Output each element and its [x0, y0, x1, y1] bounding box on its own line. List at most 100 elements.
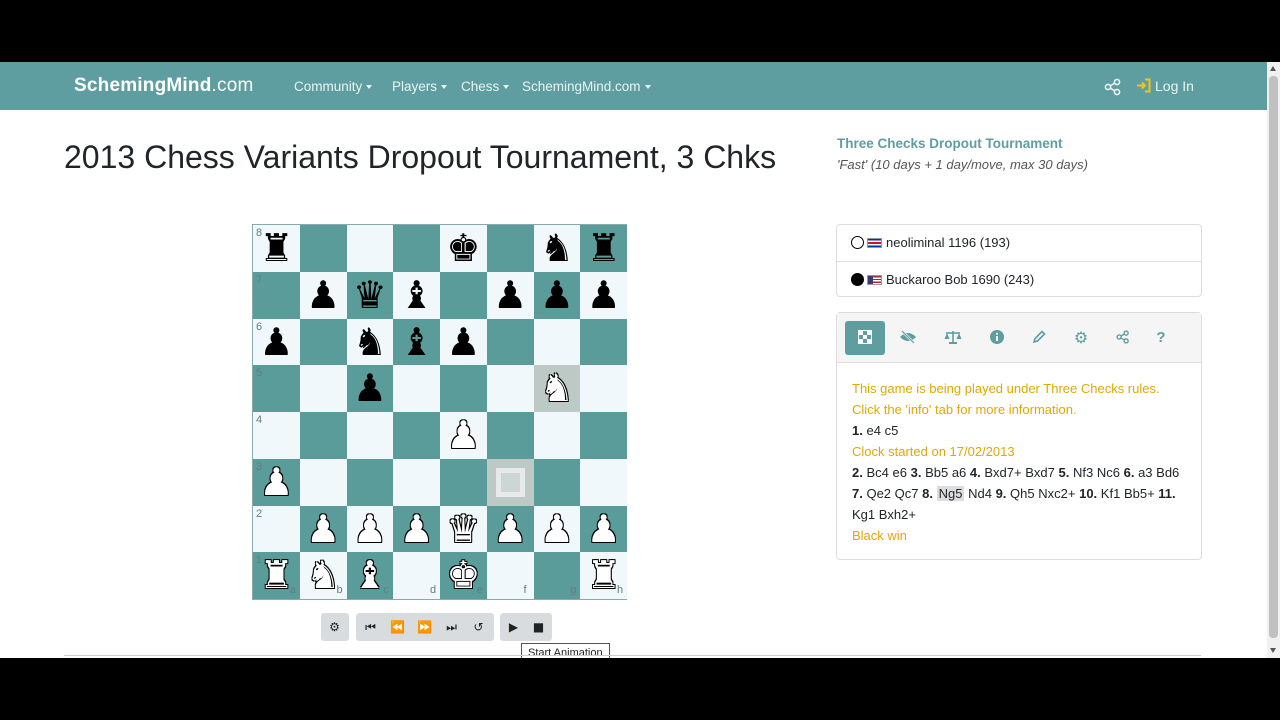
black-pawn-icon[interactable]: ♟	[440, 319, 487, 366]
move[interactable]: Bxd7+	[984, 465, 1021, 480]
white-pawn-icon[interactable]: ♟	[440, 412, 487, 459]
square-c3[interactable]	[346, 458, 394, 506]
move[interactable]: Bb5	[925, 465, 948, 480]
tab-help[interactable]: ?	[1141, 321, 1181, 355]
move[interactable]: Bxh2+	[879, 507, 916, 522]
tab-board[interactable]	[845, 321, 885, 355]
square-e3[interactable]	[440, 458, 487, 506]
black-knight-icon[interactable]: ♞	[347, 319, 394, 366]
white-pawn-icon[interactable]: ♟	[347, 506, 394, 553]
move[interactable]: Bc4	[866, 465, 888, 480]
scroll-down-icon[interactable]	[1270, 648, 1276, 653]
scrollbar[interactable]	[1267, 62, 1280, 658]
board-settings-button[interactable]: ⚙	[321, 613, 348, 641]
square-d8[interactable]	[393, 225, 440, 272]
stop-animation-button[interactable]: ■	[525, 613, 552, 641]
square-h3[interactable]	[580, 458, 627, 506]
square-e7[interactable]	[440, 271, 487, 319]
square-h4[interactable]	[580, 412, 627, 459]
nav-chess[interactable]: Chess	[461, 79, 510, 94]
tab-settings[interactable]: ⚙	[1061, 321, 1101, 355]
chess-board[interactable]: ♜ ♚ ♞ ♜ 8 ♟ ♛ ♝ ♟ ♟ ♟ 7 ♟ ♞ ♝ ♟ 6 ♟ ♞ 5 ♟ 4 ♟ 3 ♟ ♟ ♟ ♛ ♟ ♟ ♟ 2 ♜ ♞ ♝ ♚ ♜ 1 a b…	[252, 224, 627, 600]
white-knight-icon[interactable]: ♞	[534, 365, 581, 412]
square-d5[interactable]	[393, 365, 440, 412]
square-c8[interactable]	[346, 225, 394, 272]
move[interactable]: Kg1	[852, 507, 875, 522]
login-link[interactable]: Log In	[1136, 78, 1194, 94]
square-g3[interactable]	[533, 458, 581, 506]
square-b4[interactable]	[299, 412, 347, 459]
square-h6[interactable]	[580, 318, 627, 366]
scroll-thumb[interactable]	[1269, 76, 1278, 638]
black-knight-icon[interactable]: ♞	[534, 225, 581, 272]
white-pawn-icon[interactable]: ♟	[487, 506, 534, 553]
black-pawn-icon[interactable]: ♟	[580, 272, 627, 319]
player-white[interactable]: neoliminal 1196 (193)	[837, 225, 1201, 261]
tab-info[interactable]	[977, 321, 1017, 355]
tab-edit[interactable]	[1019, 321, 1059, 355]
square-d4[interactable]	[393, 412, 440, 459]
next-move-button[interactable]: ⏩	[411, 613, 438, 641]
nav-community[interactable]: Community	[294, 79, 373, 94]
square-f8[interactable]	[486, 225, 534, 272]
white-pawn-icon[interactable]: ♟	[534, 506, 581, 553]
move[interactable]: Qc7	[895, 486, 919, 501]
square-g4[interactable]	[533, 412, 581, 459]
tab-share[interactable]	[1103, 321, 1143, 355]
move[interactable]: a3	[1138, 465, 1152, 480]
move[interactable]: Ng5	[936, 486, 965, 501]
square-f6[interactable]	[486, 318, 534, 366]
scroll-up-icon[interactable]	[1270, 66, 1276, 71]
move[interactable]: Qh5	[1010, 486, 1035, 501]
black-pawn-icon[interactable]: ♟	[534, 272, 581, 319]
move[interactable]: Kf1	[1101, 486, 1121, 501]
move[interactable]: c5	[885, 423, 899, 438]
square-b5[interactable]	[299, 365, 347, 412]
square-f5[interactable]	[486, 365, 534, 412]
move[interactable]: Nxc2+	[1038, 486, 1075, 501]
square-f4[interactable]	[486, 412, 534, 459]
first-move-button[interactable]: ⏮	[357, 613, 384, 641]
move[interactable]: e4	[866, 423, 880, 438]
square-e5[interactable]	[440, 365, 487, 412]
share-icon[interactable]	[1104, 78, 1122, 96]
last-move-button[interactable]: ⏭	[438, 613, 465, 641]
move[interactable]: a6	[952, 465, 966, 480]
move[interactable]: Bb5+	[1124, 486, 1155, 501]
player-black[interactable]: Buckaroo Bob 1690 (243)	[837, 261, 1201, 297]
square-b3[interactable]	[299, 458, 347, 506]
white-pawn-icon[interactable]: ♟	[300, 506, 347, 553]
black-king-icon[interactable]: ♚	[440, 225, 487, 272]
square-b6[interactable]	[299, 318, 347, 366]
tab-hide[interactable]	[888, 321, 928, 355]
square-d3[interactable]	[393, 458, 440, 506]
black-pawn-icon[interactable]: ♟	[300, 272, 347, 319]
black-queen-icon[interactable]: ♛	[347, 272, 394, 319]
square-h5[interactable]	[580, 365, 627, 412]
square-b8[interactable]	[299, 225, 347, 272]
move[interactable]: Bxd7	[1025, 465, 1055, 480]
black-rook-icon[interactable]: ♜	[580, 225, 627, 272]
move[interactable]: Bd6	[1156, 465, 1179, 480]
play-animation-button[interactable]: ▶	[500, 613, 527, 641]
move[interactable]: Nf3	[1073, 465, 1093, 480]
move[interactable]: Nc6	[1097, 465, 1120, 480]
tab-balance[interactable]	[933, 321, 973, 355]
previous-move-button[interactable]: ⏪	[384, 613, 411, 641]
white-pawn-icon[interactable]: ♟	[580, 506, 627, 553]
white-pawn-icon[interactable]: ♟	[393, 506, 440, 553]
nav-schemingmind[interactable]: SchemingMind.com	[522, 79, 651, 94]
white-queen-icon[interactable]: ♛	[440, 506, 487, 553]
tournament-link[interactable]: Three Checks Dropout Tournament	[837, 136, 1063, 151]
square-g6[interactable]	[533, 318, 581, 366]
move[interactable]: Qe2	[866, 486, 891, 501]
nav-players[interactable]: Players	[392, 79, 448, 94]
black-bishop-icon[interactable]: ♝	[393, 319, 440, 366]
brand-logo[interactable]: SchemingMind.com	[74, 75, 254, 97]
black-bishop-icon[interactable]: ♝	[393, 272, 440, 319]
flip-board-button[interactable]: ↺	[465, 613, 492, 641]
move[interactable]: Nd4	[968, 486, 992, 501]
move[interactable]: e6	[893, 465, 907, 480]
black-pawn-icon[interactable]: ♟	[487, 272, 534, 319]
square-c4[interactable]	[346, 412, 394, 459]
